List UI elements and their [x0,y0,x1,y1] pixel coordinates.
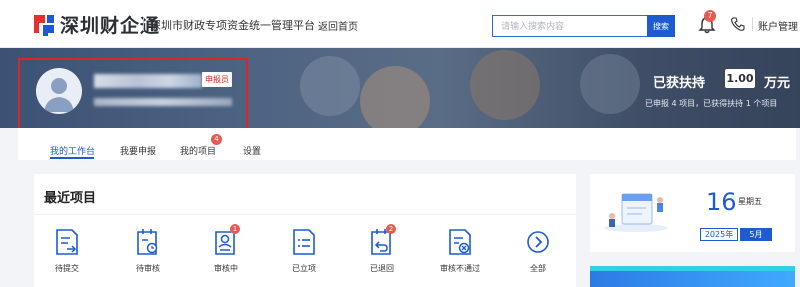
tab-workbench[interactable]: 我的工作台 [50,144,95,157]
banner-photo-figure [360,66,430,128]
banner-photo-figure [580,54,640,114]
brand-divider [143,17,144,31]
active-tab-indicator [50,157,94,159]
account-link[interactable]: 账户管理 [758,18,798,33]
phone-icon[interactable] [730,16,746,32]
search-input[interactable] [492,15,647,37]
user-id-redacted [94,98,232,106]
card-divider [34,214,576,215]
submit-doc-icon[interactable] [55,228,79,256]
month-selector[interactable]: 5月 [740,228,772,241]
project-status-label[interactable]: 审核中 [196,263,256,274]
project-status-label[interactable]: 审核不通过 [430,263,490,274]
brand-logo-icon [34,15,54,36]
returned-count-badge: 2 [386,224,396,234]
banner-photo-figure [470,50,540,120]
reviewing-count-badge: 1 [230,224,240,234]
tab-apply[interactable]: 我要申报 [120,144,156,157]
card-accent-stripe [590,266,795,271]
chevron-right-circle-icon[interactable] [526,228,550,256]
calendar-illustration-icon [604,193,668,232]
project-status-label[interactable]: 已退回 [352,263,412,274]
avatar[interactable] [36,68,82,114]
project-status-label[interactable]: 待提交 [37,263,97,274]
support-unit: 万元 [764,76,791,91]
brand-name[interactable]: 深圳财企通 [60,11,160,38]
project-status-label[interactable]: 全部 [508,263,568,274]
my-projects-badge: 4 [211,134,222,145]
support-value: 1.00 [725,69,755,88]
support-label: 已获扶持 [653,76,706,91]
year-selector[interactable]: 2025年 [700,228,738,241]
recent-projects-title: 最近项目 [44,191,97,206]
day-number: 16 [706,188,737,216]
rejected-icon[interactable] [448,228,472,256]
weekday-label: 星期五 [738,197,762,206]
approved-icon[interactable] [292,228,316,256]
pending-review-icon[interactable] [136,228,160,256]
role-badge: 申报员 [202,72,232,87]
platform-title: 深圳市财政专项资金统一管理平台 [150,19,315,32]
support-summary: 已申报 4 项目，已获得扶持 1 个项目 [645,99,778,108]
user-name-redacted [94,74,202,88]
avatar-silhouette-icon [44,78,74,112]
tab-my-projects[interactable]: 我的项目 [180,144,216,157]
search-button[interactable]: 搜索 [647,15,675,37]
project-status-label[interactable]: 已立项 [274,263,334,274]
notification-badge: 7 [704,10,716,22]
banner-photo-figure [300,56,360,116]
project-status-label[interactable]: 待审核 [118,263,178,274]
home-link[interactable]: 返回首页 [318,18,358,33]
tab-settings[interactable]: 设置 [243,144,261,157]
header-divider [752,17,753,31]
